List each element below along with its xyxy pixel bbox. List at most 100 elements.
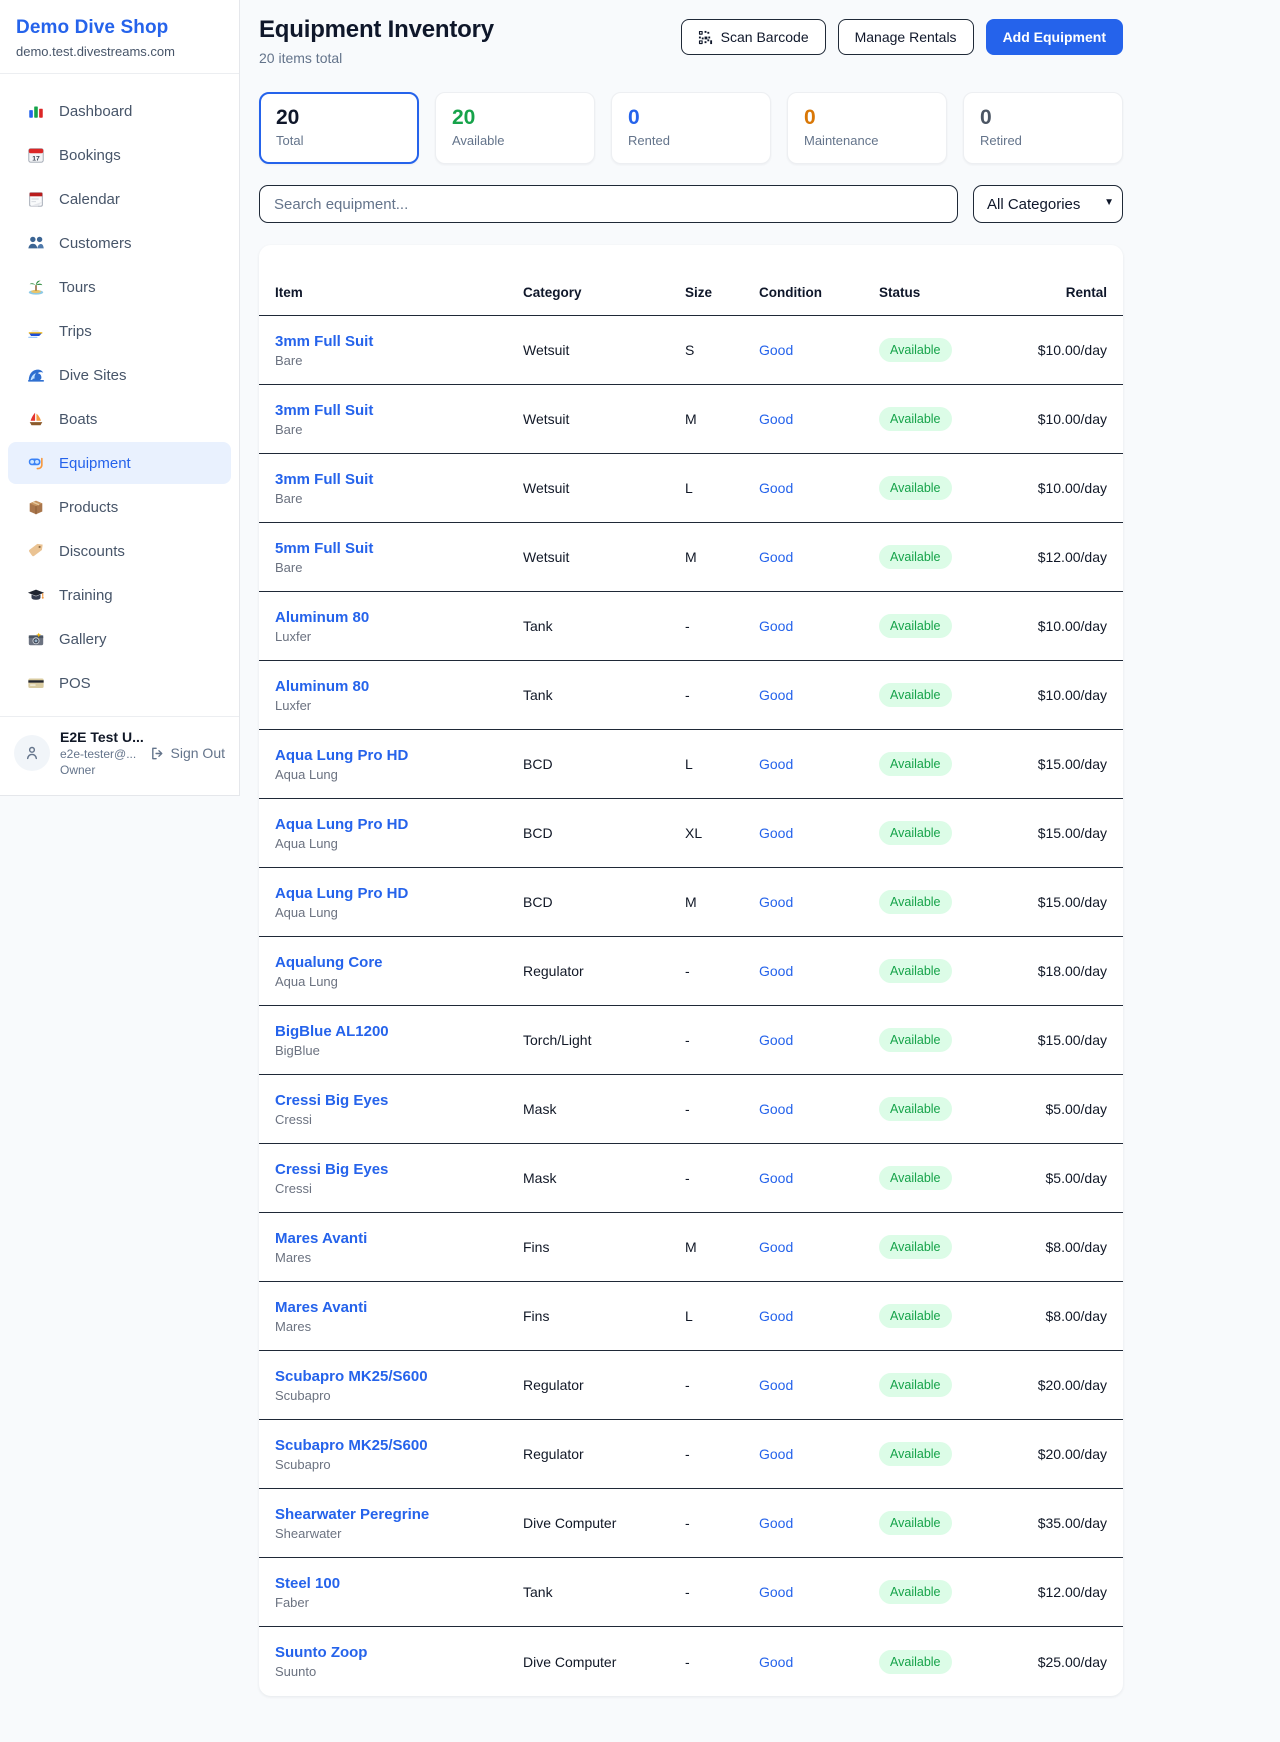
- category-select[interactable]: All Categories: [973, 185, 1123, 223]
- condition-link[interactable]: Good: [759, 1239, 793, 1255]
- stat-value: 0: [980, 106, 1106, 130]
- stat-card-available[interactable]: 20Available: [435, 92, 595, 164]
- condition-link[interactable]: Good: [759, 963, 793, 979]
- user-name: E2E Test U...: [60, 729, 140, 745]
- item-name-link[interactable]: Shearwater Peregrine: [275, 1506, 523, 1523]
- status-cell: Available: [879, 890, 1027, 914]
- item-cell: Suunto ZoopSuunto: [275, 1644, 523, 1679]
- size-cell: M: [685, 411, 759, 427]
- condition-link[interactable]: Good: [759, 1032, 793, 1048]
- item-name-link[interactable]: Aqua Lung Pro HD: [275, 816, 523, 833]
- item-name-link[interactable]: Aqualung Core: [275, 954, 523, 971]
- items-count: 20 items total: [259, 50, 494, 66]
- table-row: Shearwater PeregrineShearwaterDive Compu…: [259, 1489, 1123, 1558]
- condition-link[interactable]: Good: [759, 1515, 793, 1531]
- item-name-link[interactable]: Mares Avanti: [275, 1230, 523, 1247]
- item-name-link[interactable]: Aqua Lung Pro HD: [275, 885, 523, 902]
- condition-link[interactable]: Good: [759, 618, 793, 634]
- item-name-link[interactable]: Aqua Lung Pro HD: [275, 747, 523, 764]
- status-badge: Available: [879, 752, 952, 776]
- size-cell: XL: [685, 825, 759, 841]
- stat-card-maintenance[interactable]: 0Maintenance: [787, 92, 947, 164]
- item-name-link[interactable]: Aluminum 80: [275, 609, 523, 626]
- stat-card-rented[interactable]: 0Rented: [611, 92, 771, 164]
- user-role: Owner: [60, 763, 140, 777]
- sidebar-item-products[interactable]: Products: [8, 486, 231, 528]
- condition-link[interactable]: Good: [759, 1446, 793, 1462]
- sidebar-item-customers[interactable]: Customers: [8, 222, 231, 264]
- item-name-link[interactable]: 5mm Full Suit: [275, 540, 523, 557]
- item-name-link[interactable]: Scubapro MK25/S600: [275, 1368, 523, 1385]
- item-name-link[interactable]: Mares Avanti: [275, 1299, 523, 1316]
- condition-link[interactable]: Good: [759, 1308, 793, 1324]
- sidebar-item-dashboard[interactable]: Dashboard: [8, 90, 231, 132]
- condition-link[interactable]: Good: [759, 1584, 793, 1600]
- scan-barcode-button[interactable]: Scan Barcode: [681, 19, 826, 55]
- table-row: Aqua Lung Pro HDAqua LungBCDMGoodAvailab…: [259, 868, 1123, 937]
- sidebar-item-trips[interactable]: Trips: [8, 310, 231, 352]
- condition-link[interactable]: Good: [759, 1654, 793, 1670]
- status-cell: Available: [879, 1097, 1027, 1121]
- sidebar-item-calendar[interactable]: Calendar: [8, 178, 231, 220]
- search-input[interactable]: [259, 185, 958, 223]
- condition-cell: Good: [759, 963, 879, 979]
- sidebar-item-label: Equipment: [59, 455, 131, 472]
- condition-link[interactable]: Good: [759, 342, 793, 358]
- item-name-link[interactable]: Cressi Big Eyes: [275, 1092, 523, 1109]
- condition-link[interactable]: Good: [759, 894, 793, 910]
- item-name-link[interactable]: 3mm Full Suit: [275, 333, 523, 350]
- item-name-link[interactable]: Cressi Big Eyes: [275, 1161, 523, 1178]
- condition-link[interactable]: Good: [759, 1170, 793, 1186]
- condition-link[interactable]: Good: [759, 549, 793, 565]
- rental-cell: $25.00/day: [1027, 1654, 1107, 1670]
- item-name-link[interactable]: Suunto Zoop: [275, 1644, 523, 1661]
- filter-bar: All Categories ▼: [259, 185, 1123, 223]
- size-cell: -: [685, 1584, 759, 1600]
- condition-link[interactable]: Good: [759, 411, 793, 427]
- sidebar-item-pos[interactable]: POS: [8, 662, 231, 704]
- condition-cell: Good: [759, 1239, 879, 1255]
- item-name-link[interactable]: Aluminum 80: [275, 678, 523, 695]
- item-brand: Aqua Lung: [275, 974, 523, 989]
- sidebar-item-bookings[interactable]: 17Bookings: [8, 134, 231, 176]
- item-cell: Aqualung Core Aqua Lung: [275, 954, 523, 989]
- condition-link[interactable]: Good: [759, 825, 793, 841]
- status-badge: Available: [879, 407, 952, 431]
- condition-link[interactable]: Good: [759, 1377, 793, 1393]
- sidebar-item-equipment[interactable]: Equipment: [8, 442, 231, 484]
- condition-link[interactable]: Good: [759, 756, 793, 772]
- stat-card-retired[interactable]: 0Retired: [963, 92, 1123, 164]
- item-cell: 3mm Full SuitBare: [275, 471, 523, 506]
- item-name-link[interactable]: 3mm Full Suit: [275, 471, 523, 488]
- condition-link[interactable]: Good: [759, 480, 793, 496]
- item-name-link[interactable]: BigBlue AL1200: [275, 1023, 523, 1040]
- item-brand: Cressi: [275, 1181, 523, 1196]
- category-cell: Dive Computer: [523, 1654, 685, 1670]
- condition-link[interactable]: Good: [759, 1101, 793, 1117]
- sidebar-item-boats[interactable]: Boats: [8, 398, 231, 440]
- item-cell: Cressi Big Eyes Cressi: [275, 1161, 523, 1196]
- item-name-link[interactable]: Scubapro MK25/S600: [275, 1437, 523, 1454]
- size-cell: L: [685, 480, 759, 496]
- size-cell: -: [685, 1101, 759, 1117]
- status-badge: Available: [879, 959, 952, 983]
- sign-out-button[interactable]: Sign Out: [150, 745, 225, 761]
- stat-label: Available: [452, 133, 578, 148]
- status-cell: Available: [879, 821, 1027, 845]
- sidebar-item-training[interactable]: Training: [8, 574, 231, 616]
- table-row: Aqua Lung Pro HDAqua LungBCDLGoodAvailab…: [259, 730, 1123, 799]
- item-name-link[interactable]: Steel 100: [275, 1575, 523, 1592]
- manage-rentals-button[interactable]: Manage Rentals: [838, 19, 974, 55]
- condition-link[interactable]: Good: [759, 687, 793, 703]
- rental-cell: $10.00/day: [1027, 480, 1107, 496]
- sidebar-item-label: Dashboard: [59, 103, 132, 120]
- item-name-link[interactable]: 3mm Full Suit: [275, 402, 523, 419]
- add-equipment-button[interactable]: Add Equipment: [986, 19, 1123, 55]
- sidebar-item-dive-sites[interactable]: Dive Sites: [8, 354, 231, 396]
- sidebar-item-label: Calendar: [59, 191, 120, 208]
- stat-card-total[interactable]: 20Total: [259, 92, 419, 164]
- sidebar-item-discounts[interactable]: Discounts: [8, 530, 231, 572]
- sidebar-item-tours[interactable]: Tours: [8, 266, 231, 308]
- sidebar-item-gallery[interactable]: Gallery: [8, 618, 231, 660]
- status-badge: Available: [879, 1650, 952, 1674]
